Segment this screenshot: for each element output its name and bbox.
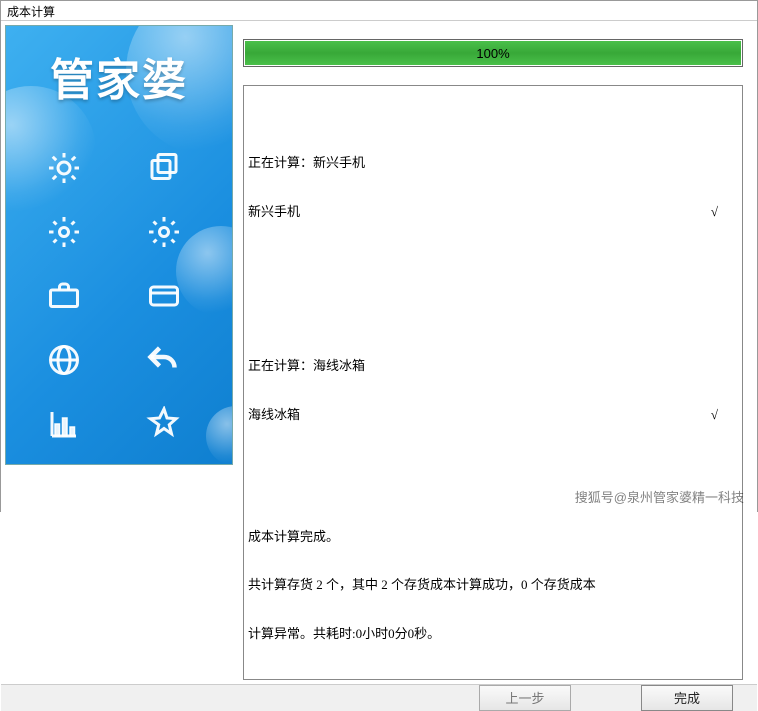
wallet-icon: [142, 274, 186, 318]
stack-icon: [142, 146, 186, 190]
globe-icon: [42, 338, 86, 382]
log-summary: 共计算存货 2 个，其中 2 个存货成本计算成功，0 个存货成本: [248, 577, 736, 593]
calc-log[interactable]: 正在计算：新兴手机 新兴手机 √ 正在计算：海线冰箱 海线冰箱 √ 成本计算完成…: [243, 85, 743, 680]
cost-calc-window: 成本计算 管家婆: [0, 0, 758, 512]
finish-button[interactable]: 完成: [641, 685, 733, 711]
sun-icon: [42, 146, 86, 190]
log-line: 海线冰箱 √: [248, 407, 736, 423]
prev-button: 上一步: [479, 685, 571, 711]
gear-icon: [142, 210, 186, 254]
briefcase-icon: [42, 274, 86, 318]
check-icon: √: [711, 204, 736, 220]
sidebar-icon-grid: [42, 146, 202, 465]
bar-chart-icon: [42, 402, 86, 446]
log-entry: 正在计算：新兴手机 新兴手机 √: [248, 123, 736, 253]
decor-bubble: [206, 406, 233, 465]
progress-fill: 100%: [245, 41, 741, 65]
log-entry: 正在计算：海线冰箱 海线冰箱 √: [248, 326, 736, 456]
main-panel: 100% 正在计算：新兴手机 新兴手机 √ 正在计算：海线冰箱 海线冰箱 √: [239, 25, 753, 684]
gear-icon: [42, 210, 86, 254]
app-logo-text: 管家婆: [6, 44, 232, 108]
sidebar-branding: 管家婆: [5, 25, 233, 465]
star-icon: [142, 402, 186, 446]
progress-bar: 100%: [243, 39, 743, 67]
window-title: 成本计算: [1, 1, 757, 21]
log-line: 正在计算：海线冰箱: [248, 358, 736, 374]
log-line: 新兴手机 √: [248, 204, 736, 220]
undo-icon: [142, 338, 186, 382]
window-body: 管家婆 100%: [1, 21, 757, 684]
log-done: 成本计算完成。: [248, 529, 736, 545]
check-icon: √: [711, 407, 736, 423]
progress-label: 100%: [476, 46, 509, 61]
wizard-footer: 上一步 完成: [1, 684, 757, 711]
log-line: 正在计算：新兴手机: [248, 155, 736, 171]
log-summary: 计算异常。共耗时:0小时0分0秒。: [248, 626, 736, 642]
